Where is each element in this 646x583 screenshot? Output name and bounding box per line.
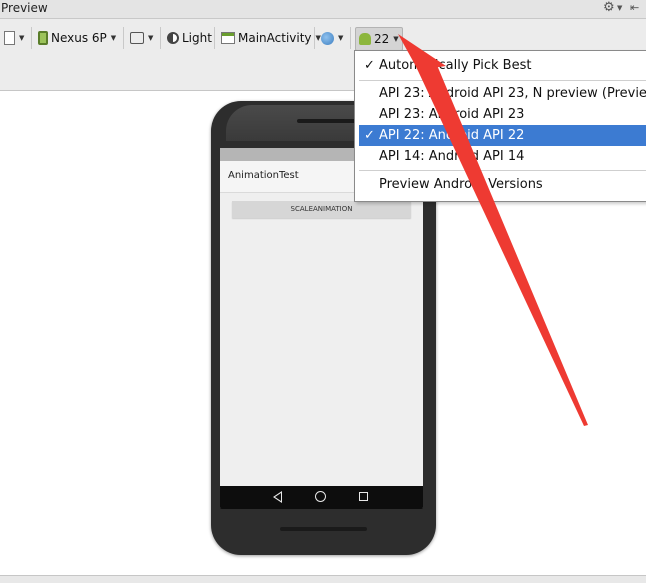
menu-item-preview-versions[interactable]: Preview Android Versions [359, 174, 646, 195]
menu-divider [359, 80, 646, 81]
orientation-selector[interactable]: ▼ [130, 27, 153, 49]
device-selector[interactable]: Nexus 6P ▼ [38, 27, 116, 49]
chevron-down-icon: ▼ [110, 34, 117, 42]
activity-label: MainActivity [238, 31, 312, 45]
menu-item-auto-pick[interactable]: ✓ Automatically Pick Best [359, 55, 646, 76]
navigation-bar [220, 486, 423, 509]
android-icon [359, 33, 371, 45]
chevron-down-icon: ▼ [338, 34, 344, 42]
preview-panel-header: Preview ⚙ ▼ ⇤ [0, 0, 646, 19]
settings-chevron-down-icon[interactable]: ▼ [617, 4, 622, 12]
device-label: Nexus 6P [51, 31, 107, 45]
menu-divider [359, 170, 646, 171]
toolbar-divider [160, 27, 161, 49]
speaker-grille-bottom [280, 527, 367, 531]
check-icon: ✓ [364, 128, 375, 143]
back-icon[interactable] [273, 491, 282, 503]
recent-apps-icon[interactable] [359, 492, 368, 501]
rotate-screen-icon [130, 32, 144, 44]
toolbar-divider [31, 27, 32, 49]
api-level-menu: ✓ Automatically Pick Best API 23: Androi… [354, 50, 646, 202]
chevron-down-icon: ▼ [148, 34, 154, 42]
menu-item-api-22[interactable]: ✓ API 22: Android API 22 [359, 125, 646, 146]
api-level-selector[interactable]: 22 ▼ [355, 27, 403, 51]
pin-icon[interactable]: ⇤ [630, 1, 639, 14]
theme-icon [167, 32, 179, 44]
panel-title: Preview [1, 1, 48, 15]
toolbar-divider [214, 27, 215, 49]
layout-config-button[interactable]: ▼ [4, 27, 24, 49]
menu-item-api-23[interactable]: API 23: Android API 23 [359, 104, 646, 125]
toolbar-divider [314, 27, 315, 49]
check-icon: ✓ [364, 58, 375, 73]
api-level-label: 22 [374, 32, 390, 46]
gear-icon[interactable]: ⚙ [603, 0, 615, 15]
theme-label: Light [182, 31, 212, 45]
locale-selector[interactable]: ▼ [321, 27, 343, 49]
home-icon[interactable] [315, 491, 326, 502]
device-screen: AnimationTest SCALEANIMATION [220, 148, 423, 508]
activity-selector[interactable]: MainActivity ▼ [221, 27, 321, 49]
menu-item-api-23-n-preview[interactable]: API 23: Android API 23, N preview (Previ… [359, 83, 646, 104]
toolbar-divider [123, 27, 124, 49]
device-icon [38, 31, 48, 45]
app-title: AnimationTest [228, 170, 299, 181]
activity-icon [221, 32, 235, 44]
globe-icon [321, 31, 334, 45]
theme-selector[interactable]: Light [167, 27, 212, 49]
scale-animation-button[interactable]: SCALEANIMATION [232, 201, 411, 218]
toolbar-divider [350, 27, 351, 49]
menu-item-api-14[interactable]: API 14: Android API 14 [359, 146, 646, 167]
chevron-down-icon: ▼ [19, 34, 25, 42]
chevron-down-icon: ▼ [393, 35, 399, 43]
layout-file-icon [4, 31, 15, 45]
